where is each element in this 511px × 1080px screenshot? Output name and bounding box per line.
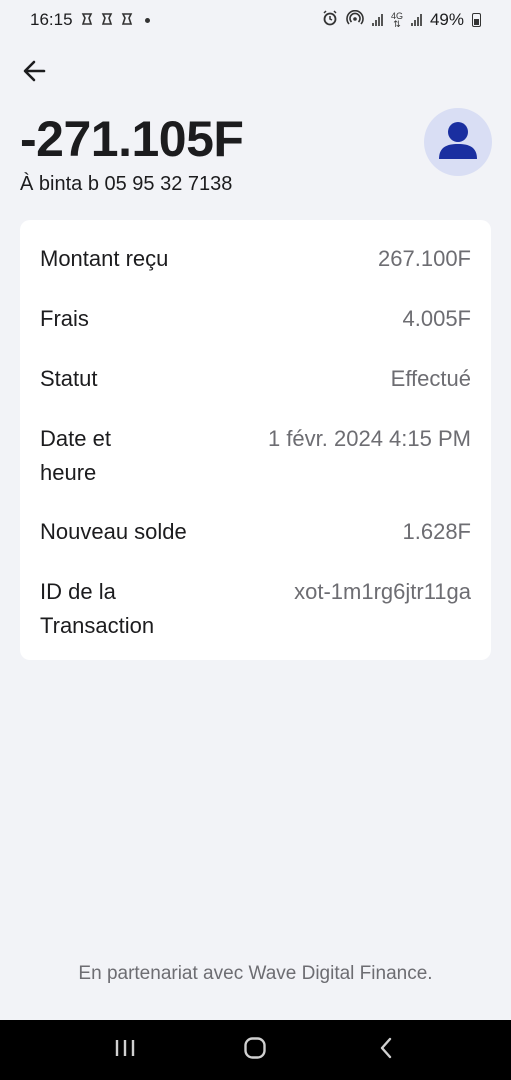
detail-value: 4.005F (402, 306, 472, 331)
more-notifications-dot (144, 17, 150, 23)
detail-row-amount-received: Montant reçu 267.100F (40, 242, 471, 302)
status-time: 16:15 (30, 10, 73, 29)
detail-value: 267.100F (378, 246, 471, 271)
notification-icon (101, 12, 113, 29)
detail-label: Frais (40, 306, 89, 331)
detail-label: Montant reçu (40, 246, 169, 271)
avatar (424, 108, 492, 176)
network-type: 4G ⇅ (390, 11, 403, 29)
status-right: 4G ⇅ 49% (322, 9, 481, 31)
detail-row-fees: Frais 4.005F (40, 302, 471, 362)
detail-row-datetime: Date et heure 1 févr. 2024 4:15 PM (40, 422, 471, 515)
hotspot-icon (346, 9, 364, 31)
transaction-details-card: Montant reçu 267.100F Frais 4.005F Statu… (20, 220, 491, 660)
detail-row-status: Statut Effectué (40, 362, 471, 422)
system-nav-bar (0, 1020, 511, 1080)
detail-label: Date et heure (40, 426, 111, 485)
recent-apps-icon (114, 1038, 136, 1063)
detail-label: ID de la Transaction (40, 579, 155, 638)
detail-value: 1.628F (402, 519, 472, 544)
back-nav-button[interactable] (361, 1030, 411, 1070)
transaction-amount: -271.105F (20, 111, 244, 167)
alarm-icon (322, 9, 338, 31)
home-button[interactable] (230, 1030, 280, 1070)
signal-2-icon (410, 14, 422, 26)
chevron-left-icon (378, 1037, 394, 1064)
home-icon (243, 1036, 267, 1065)
recipient-label: À binta b 05 95 32 7138 (20, 173, 233, 195)
detail-label: Statut (40, 366, 98, 391)
signal-1-icon (371, 14, 383, 26)
back-button[interactable] (18, 56, 52, 90)
recent-apps-button[interactable] (100, 1030, 150, 1070)
status-left: 16:15 (30, 10, 150, 30)
arrow-left-icon (22, 58, 48, 89)
transaction-id-value[interactable]: xot-1m1rg6jtr11ga (294, 575, 471, 609)
person-icon (435, 117, 481, 168)
battery-icon (472, 13, 481, 27)
status-bar: 16:15 4G ⇅ 49% (0, 0, 511, 40)
notification-icon (121, 12, 133, 29)
detail-label: Nouveau solde (40, 519, 187, 544)
detail-value: Effectué (390, 366, 471, 391)
detail-value: 1 févr. 2024 4:15 PM (267, 426, 471, 451)
detail-row-new-balance: Nouveau solde 1.628F (40, 515, 471, 575)
detail-row-transaction-id: ID de la Transaction xot-1m1rg6jtr11ga (40, 575, 471, 643)
notification-icon (81, 12, 93, 29)
partner-text: En partenariat avec Wave Digital Finance… (78, 963, 433, 984)
battery-percent: 49% (429, 10, 464, 29)
